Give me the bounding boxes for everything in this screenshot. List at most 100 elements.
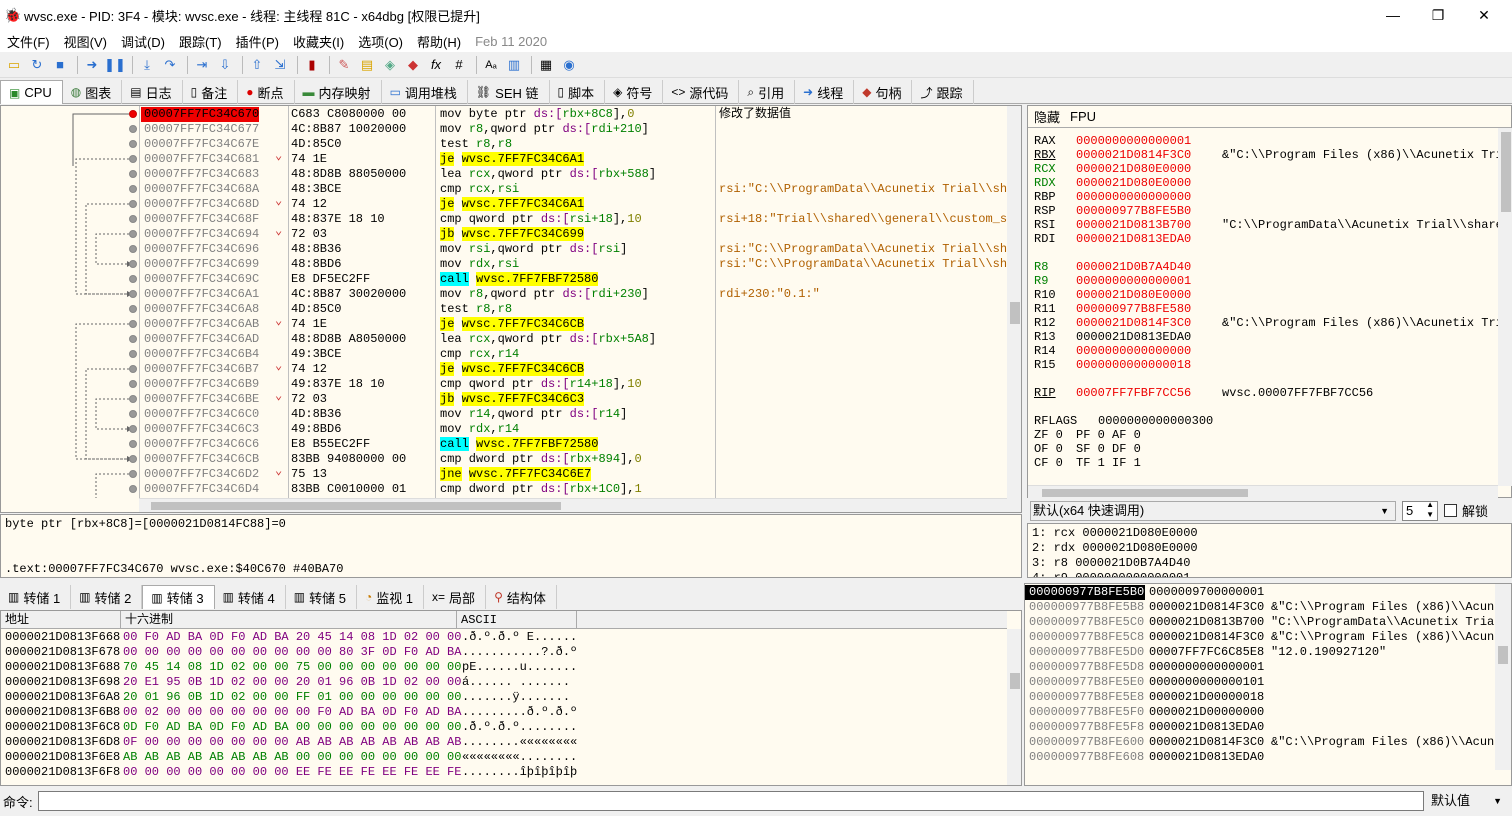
line-dot-icon[interactable] [129,335,137,343]
tab-11[interactable]: ⌕ 引用 [739,80,796,104]
step-into-icon[interactable]: ⤓ [137,55,157,75]
line-dot-icon[interactable] [129,320,137,328]
disasm-row[interactable]: 00007FF7FC34C6B7 ⌄ 74 12 je wvsc.7FF7FC34C6… [1,359,1007,377]
stack-row[interactable]: 000000977B8FE5B8 0000021D0814F3C0 &"C:\\Pr… [1025,600,1501,615]
disasm-row[interactable]: 00007FF7FC34C68F 48:837E 18 10 cmp qword p… [1,212,1014,227]
menu-trace[interactable]: 跟踪(T) [172,32,229,51]
register-row[interactable]: CF 0 TF 1 IF 1 [1034,456,1510,470]
line-dot-icon[interactable] [129,365,137,373]
globe-icon[interactable]: ◉ [559,55,579,75]
tab-2[interactable]: ▤ 日志 [122,80,183,104]
register-row[interactable]: R8 0000021D0B7A4D40 [1034,260,1510,274]
restart-icon[interactable]: ↻ [27,55,47,75]
execute-till-return-icon[interactable]: ⇧ [247,55,267,75]
stack-row[interactable]: 000000977B8FE5F0 0000021D00000000 [1025,705,1495,720]
register-value[interactable]: 0000021D0814F3C0 [1076,316,1222,330]
tab-7[interactable]: ⛓ SEH 链 [468,80,550,104]
maximize-icon[interactable]: ❐ [1415,0,1461,30]
register-row[interactable]: RDI 0000021D0813EDA0 [1034,232,1510,246]
disasm-row[interactable]: 00007FF7FC34C6CB 83BB 94080000 00 cmp dwor… [1,452,1007,467]
dump-row[interactable]: 0000021D0813F668 00 F0 AD BA 0D F0 AD BA … [1,630,1007,645]
open-folder-icon[interactable]: ▭ [4,55,24,75]
disasm-row[interactable]: 00007FF7FC34C6A8 4D:85C0 test r8,r8 [1,302,1007,317]
menu-help[interactable]: 帮助(H) [410,32,468,51]
run-to-user-code-icon[interactable]: ⇲ [270,55,290,75]
hex-dump-view[interactable]: 地址 十六进制 ASCII 0000021D0813F668 00 F0 AD B… [0,610,1022,786]
line-dot-icon[interactable] [129,410,137,418]
tab-14[interactable]: ⤴ 跟踪 [912,80,974,104]
register-row[interactable]: ZF 0 PF 0 AF 0 [1034,428,1510,442]
tab-4[interactable]: ● 断点 [238,80,295,104]
register-value[interactable]: 0000021D080E0000 [1076,162,1222,176]
disasm-row[interactable]: 00007FF7FC34C69C E8 DF5EC2FF call wvsc.7FF… [1,272,1007,287]
line-dot-icon[interactable] [129,140,137,148]
patch-icon[interactable]: ✎ [334,55,354,75]
line-dot-icon[interactable] [129,215,137,223]
disasm-row[interactable]: 00007FF7FC34C6AD 48:8D8B A8050000 lea rcx,… [1,332,1007,347]
register-row[interactable]: RBX 0000021D0814F3C0 &"C:\\Program Files (… [1034,148,1510,162]
line-dot-icon[interactable] [129,245,137,253]
disasm-row[interactable]: 00007FF7FC34C6B9 49:837E 18 10 cmp qword p… [1,377,1007,392]
disasm-row[interactable]: 00007FF7FC34C683 48:8D8B 88050000 lea rcx,… [1,167,1007,182]
line-dot-icon[interactable] [129,395,137,403]
register-vscrollbar[interactable] [1498,128,1512,486]
register-hscrollbar[interactable] [1028,485,1498,499]
register-row[interactable]: RDX 0000021D080E0000 [1034,176,1510,190]
dump-row[interactable]: 0000021D0813F6C8 0D F0 AD BA 0D F0 AD BA … [1,720,1007,735]
calling-convention-select[interactable]: 默认(x64 快速调用) [1030,500,1396,521]
disasm-row[interactable]: 00007FF7FC34C681 ⌄ 74 1E je wvsc.7FF7FC34C6… [1,149,1007,167]
argument-row[interactable]: 2: rdx 0000021D080E0000 [1032,541,1511,556]
register-value[interactable]: 0000000000000001 [1076,134,1222,148]
argument-row[interactable]: 4: r9 0000000000000001 [1032,571,1511,577]
disasm-row[interactable]: 00007FF7FC34C6BE ⌄ 72 03 jb wvsc.7FF7FC34C6… [1,389,1007,407]
run-icon[interactable]: ➜ [82,55,102,75]
tab-10[interactable]: <> 源代码 [663,80,740,104]
register-row[interactable]: OF 0 SF 0 DF 0 [1034,442,1510,456]
register-row[interactable]: RSP 000000977B8FE5B0 [1034,204,1510,218]
line-dot-icon[interactable] [129,185,137,193]
disasm-row[interactable]: 00007FF7FC34C6D2 ⌄ 75 13 jne wvsc.7FF7FC34C… [1,464,1007,482]
register-row[interactable]: R12 0000021D0814F3C0 &"C:\\Program Files (… [1034,316,1510,330]
tab-1[interactable]: ◍ 图表 [63,80,123,104]
scylla-icon[interactable]: ▮ [302,55,322,75]
dump-tab-5[interactable]: ◔ 监视 1 [357,585,425,609]
dump-vscrollbar[interactable] [1007,629,1021,785]
disassembly-view[interactable]: 00007FF7FC34C670 C683 C8080000 00 mov byte… [0,105,1022,513]
register-value[interactable]: 0000021D0813B700 [1076,218,1222,232]
register-row[interactable]: RIP 00007FF7FBF7CC56 wvsc.00007FF7FBF7CC56 [1034,386,1510,400]
register-row[interactable]: R9 0000000000000001 [1034,274,1510,288]
register-value[interactable]: 0000000000000300 [1098,414,1244,428]
line-dot-icon[interactable] [129,350,137,358]
register-value[interactable]: 00007FF7FBF7CC56 [1076,386,1222,400]
dump-tab-1[interactable]: ▥ 转储 2 [71,585,143,609]
tab-6[interactable]: ▭ 调用堆栈 [382,80,468,104]
stack-row[interactable]: 000000977B8FE5F8 0000021D0813EDA0 [1025,720,1495,735]
disasm-row[interactable]: 00007FF7FC34C694 ⌄ 72 03 jb wvsc.7FF7FC34C6… [1,224,1007,242]
stack-row[interactable]: 000000977B8FE5D8 0000000000000001 [1025,660,1495,675]
line-dot-icon[interactable] [129,155,137,163]
register-value[interactable]: 000000977B8FE580 [1076,302,1222,316]
disasm-row[interactable]: 00007FF7FC34C6C0 4D:8B36 mov r14,qword ptr… [1,407,1007,422]
disasm-row[interactable]: 00007FF7FC34C68D ⌄ 74 12 je wvsc.7FF7FC34C6… [1,194,1007,212]
disasm-row[interactable]: 00007FF7FC34C6C6 E8 B55EC2FF call wvsc.7FF… [1,437,1007,452]
line-dot-icon[interactable] [129,170,137,178]
font-icon[interactable]: Aₐ [481,55,501,75]
tab-5[interactable]: ▬ 内存映射 [295,80,382,104]
stack-row[interactable]: 000000977B8FE5D0 00007FF7FC6C85E8 "12.0.19… [1025,645,1495,660]
tab-13[interactable]: ◆ 句柄 [854,80,913,104]
dump-row[interactable]: 0000021D0813F6D8 0F 00 00 00 00 00 00 00 … [1,735,1007,750]
register-row[interactable]: R15 0000000000000018 [1034,358,1510,372]
trace-into-icon[interactable]: ⇥ [192,55,212,75]
disasm-row[interactable]: 00007FF7FC34C68A 48:3BCE cmp rcx,rsi rsi:"C… [1,182,1021,197]
stack-row[interactable]: 000000977B8FE5E0 0000000000000101 [1025,675,1495,690]
menu-debug[interactable]: 调试(D) [114,32,172,51]
line-dot-icon[interactable] [129,260,137,268]
disasm-row[interactable]: 00007FF7FC34C6D4 83BB C0010000 01 cmp dwor… [1,482,1007,497]
bookmark-icon[interactable]: ◆ [403,55,423,75]
minimize-icon[interactable]: — [1370,0,1416,30]
function-icon[interactable]: fx [426,55,446,75]
register-row[interactable]: RCX 0000021D080E0000 [1034,162,1510,176]
register-value[interactable]: 000000977B8FE5B0 [1076,204,1222,218]
register-value[interactable]: 0000000000000018 [1076,358,1222,372]
dump-row[interactable]: 0000021D0813F6F8 00 00 00 00 00 00 00 00 … [1,765,1007,780]
